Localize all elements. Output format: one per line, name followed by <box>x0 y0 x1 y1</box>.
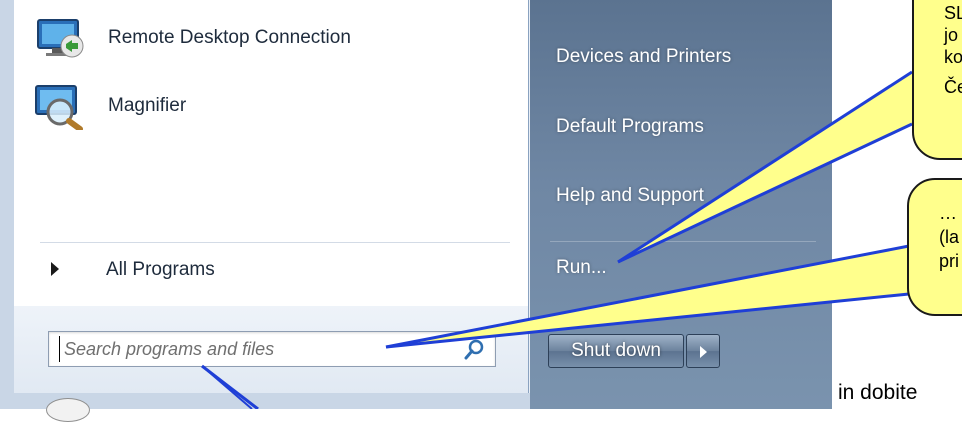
callout-text: … <box>939 203 957 223</box>
right-item-help-support[interactable]: Help and Support <box>556 185 704 207</box>
pinned-item-remote-desktop[interactable]: Remote Desktop Connection <box>34 14 351 62</box>
right-item-devices-printers[interactable]: Devices and Printers <box>556 46 731 68</box>
callout-text: ko <box>944 47 962 67</box>
search-box[interactable] <box>48 331 496 367</box>
callout-text: jo <box>944 25 959 45</box>
shutdown-button[interactable]: Shut down <box>548 334 684 368</box>
pinned-item-label: Remote Desktop Connection <box>108 27 351 48</box>
callout-text: (la <box>939 227 960 247</box>
right-pane-separator <box>550 241 816 242</box>
pinned-item-label: Magnifier <box>108 95 187 116</box>
right-item-default-programs[interactable]: Default Programs <box>556 116 704 138</box>
search-input[interactable] <box>59 336 434 362</box>
magnifier-icon <box>34 82 92 132</box>
right-item-run[interactable]: Run... <box>556 257 607 279</box>
shutdown-options-button[interactable] <box>686 334 720 368</box>
all-programs-button[interactable]: All Programs <box>40 256 510 286</box>
callout-1: SL jo ko Če <box>912 0 962 160</box>
pinned-item-magnifier[interactable]: Magnifier <box>34 82 186 132</box>
callout-2: … (la pri <box>907 178 962 316</box>
callout-text: Če <box>944 77 962 97</box>
start-orb[interactable] <box>46 398 90 422</box>
callout-text: pri <box>939 251 960 271</box>
callout-text: SL <box>944 3 962 23</box>
caption-text: in dobite <box>838 381 918 404</box>
search-icon[interactable] <box>463 339 485 361</box>
all-programs-label: All Programs <box>106 259 215 280</box>
remote-desktop-icon <box>34 14 92 62</box>
chevron-right-icon <box>700 346 707 358</box>
menu-separator <box>40 242 510 243</box>
expand-arrow-icon <box>51 262 59 276</box>
